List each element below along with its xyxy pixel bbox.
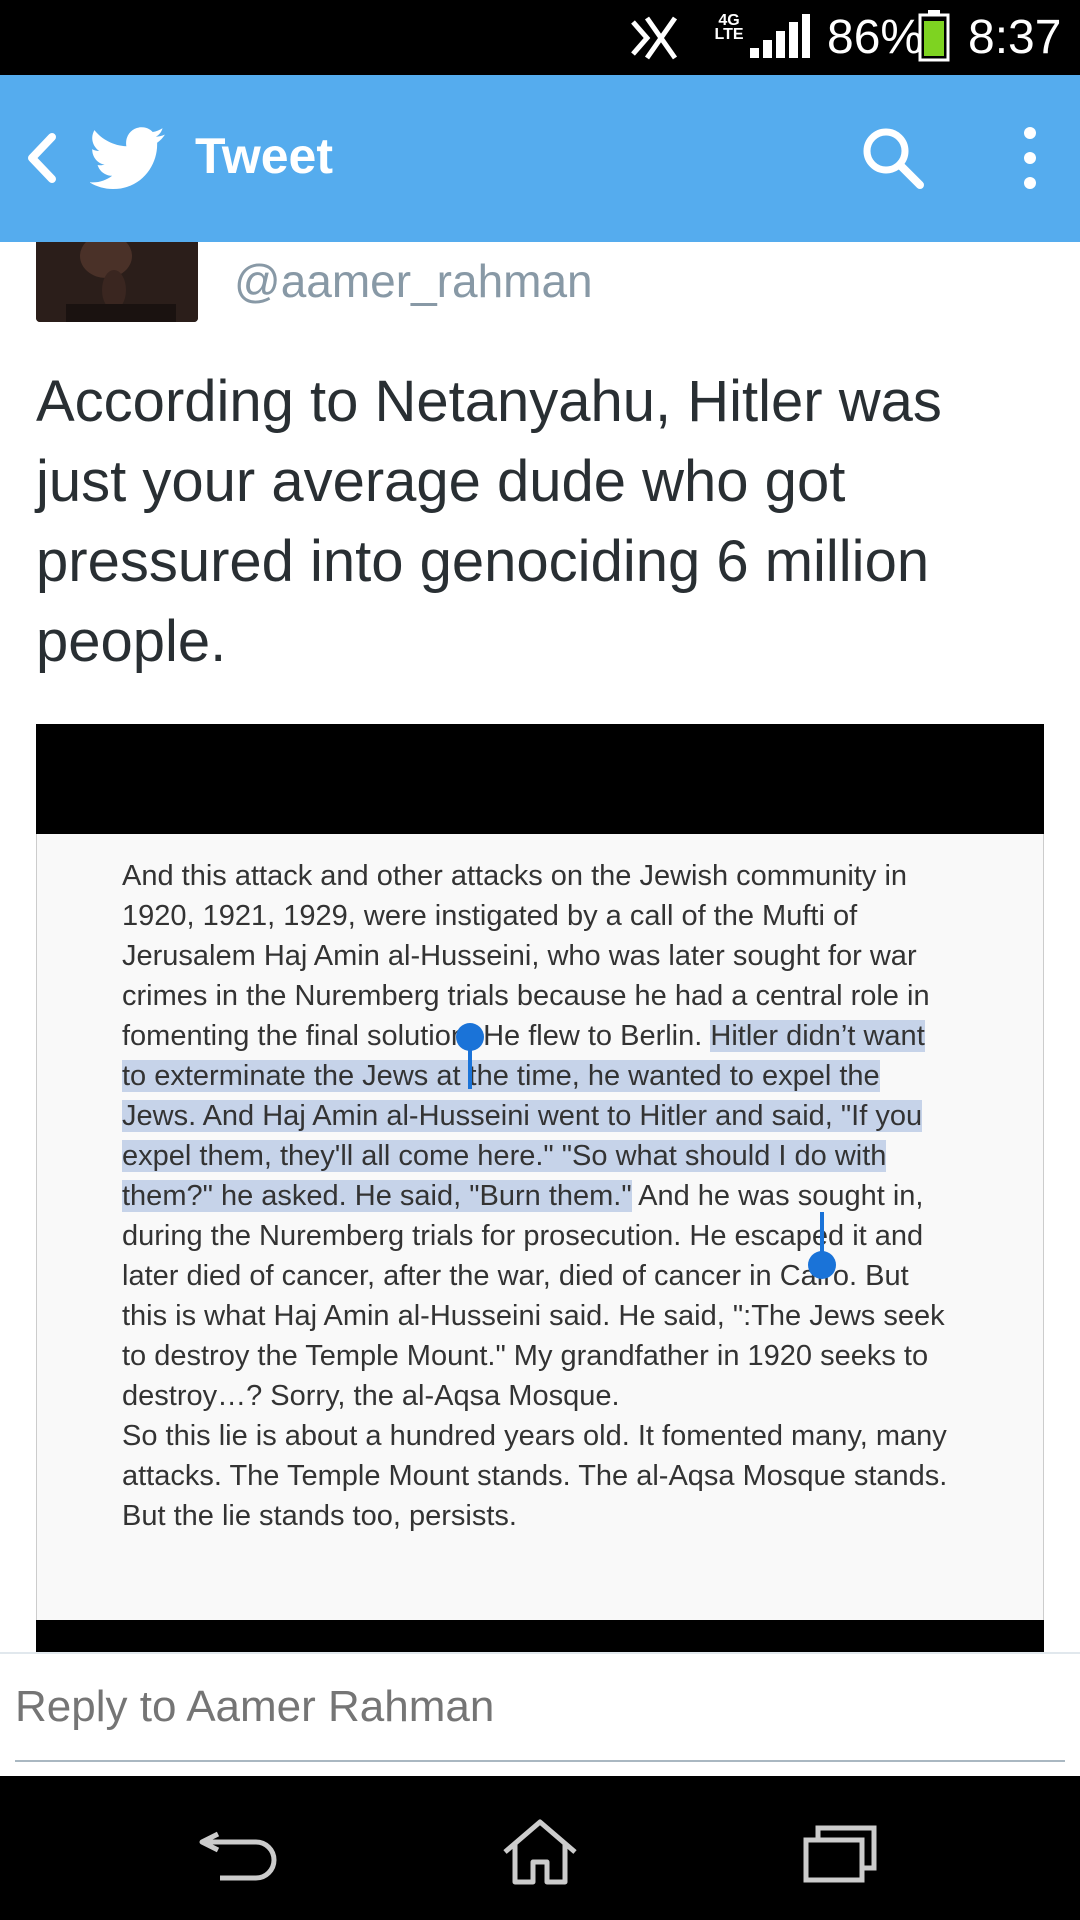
selection-start-handle-icon [456,1023,484,1089]
network-type-icon: 4G LTE [714,13,744,58]
paragraph-2: So this lie is about a hundred years old… [122,1420,948,1532]
overflow-menu-icon[interactable] [1010,123,1050,193]
network-sub-label: LTE [714,26,744,43]
battery-icon [918,10,950,62]
document-screenshot: And this attack and other attacks on the… [36,834,1044,1620]
app-bar: Tweet [0,75,1080,242]
back-icon[interactable] [196,1816,286,1886]
reply-bar [0,1652,1080,1778]
navigation-bar [0,1776,1080,1920]
back-arrow-icon[interactable] [16,125,66,191]
nfc-icon [631,16,678,60]
tweet-media-image[interactable]: And this attack and other attacks on the… [36,724,1044,1652]
author-handle[interactable]: @aamer_rahman [234,254,593,308]
signal-icon [750,14,810,58]
home-icon[interactable] [495,1816,585,1886]
selection-end-handle-icon [808,1212,836,1279]
tweet-text: According to Netanyahu, Hitler was just … [36,369,942,674]
app-bar-title: Tweet [195,128,333,184]
clock: 8:37 [968,11,1062,64]
avatar[interactable] [36,242,198,322]
document-text: And this attack and other attacks on the… [122,856,952,1536]
battery-percent: 86% [827,11,924,64]
reply-underline [15,1760,1065,1762]
twitter-bird-icon[interactable] [90,120,166,196]
search-icon[interactable] [858,123,928,193]
reply-input[interactable] [15,1682,1065,1732]
avatar-photo [36,242,198,322]
recent-apps-icon[interactable] [796,1816,886,1886]
status-bar: 4G LTE 86% 8:37 [0,0,1080,75]
